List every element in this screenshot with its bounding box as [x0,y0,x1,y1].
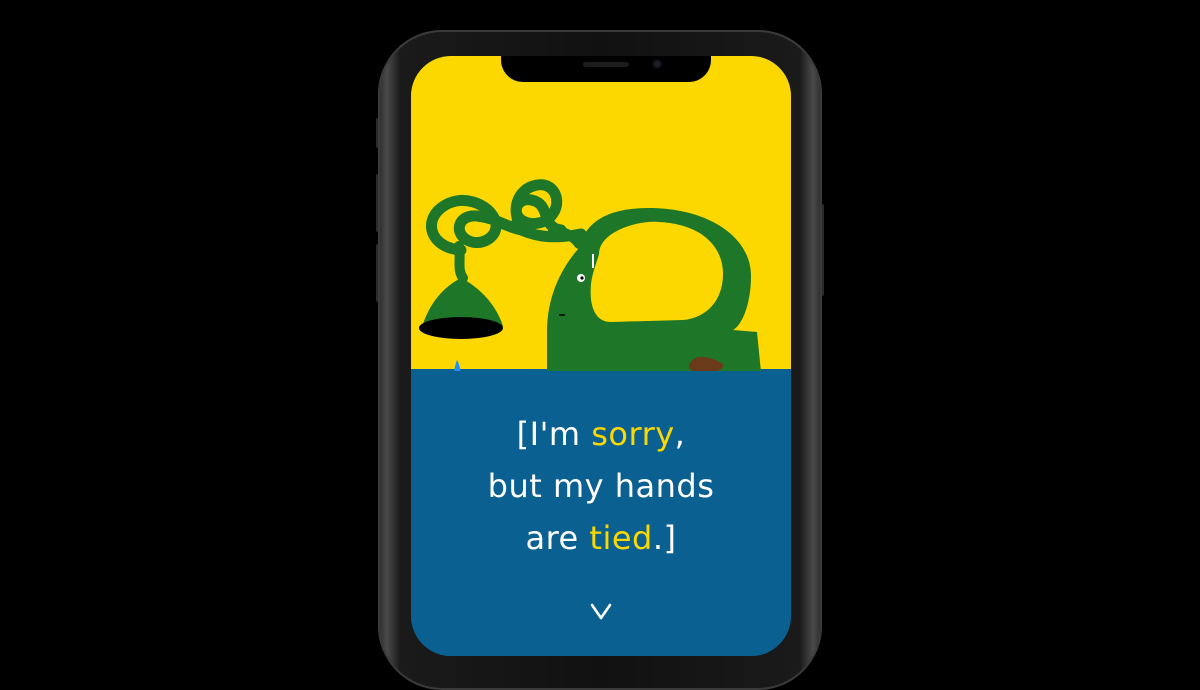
message-line-3: are tied.] [411,512,791,564]
line1-accent-word: sorry [591,415,675,453]
speaker-icon [583,62,629,67]
line3-prefix: are [525,519,590,557]
phone-screen: [I'm sorry, but my hands are tied.] [411,56,791,656]
line3-accent-word: tied [589,519,653,557]
message-line-1: [I'm sorry, [411,408,791,460]
sweat-mark-icon [592,254,594,268]
chevron-down-icon[interactable] [589,602,613,622]
water-drop-icon [454,360,461,371]
front-camera-icon [652,59,662,69]
line1-prefix: [I'm [516,415,592,453]
faucet-spout-icon [419,317,503,339]
camera-notch [501,56,711,82]
message-line-2: but my hands [487,467,715,505]
tied-faucet-illustration [419,179,761,371]
faucet-neck [454,241,468,283]
line1-suffix: , [674,415,686,453]
apology-message: [I'm sorry, but my hands are tied.] [411,408,791,564]
line3-suffix: .] [652,519,677,557]
pupil-icon [580,276,584,280]
knot-loops [426,179,587,256]
